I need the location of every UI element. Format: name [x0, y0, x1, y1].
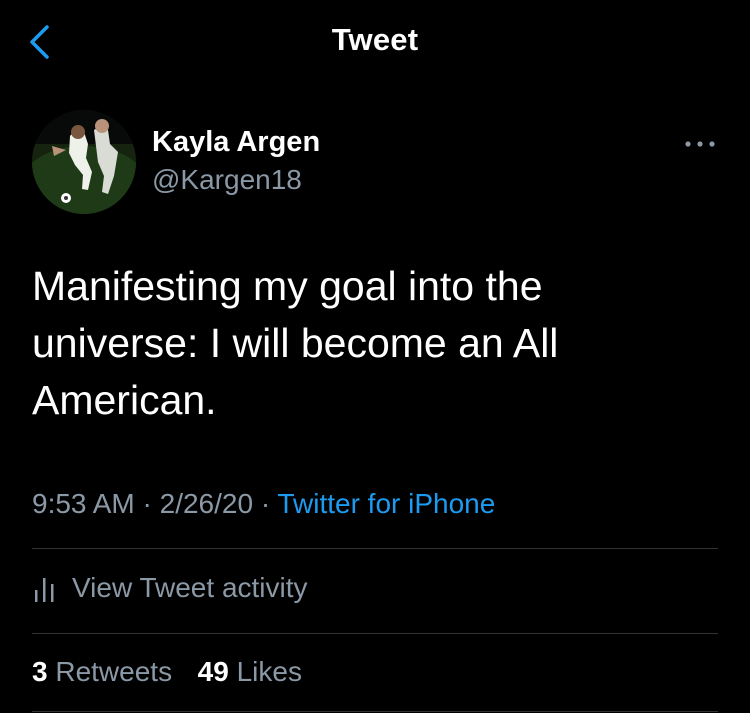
tweet-date: 2/26/20: [159, 488, 254, 519]
bar-chart-icon: [35, 578, 54, 602]
likes-label: Likes: [236, 656, 302, 687]
retweets-count: 3: [32, 656, 48, 687]
retweets-label: Retweets: [55, 656, 173, 687]
divider: [32, 633, 718, 634]
engagement-stats: 3 Retweets 49 Likes: [32, 656, 302, 688]
tweet-text: Manifesting my goal into the universe: I…: [32, 263, 559, 423]
divider: [32, 548, 718, 549]
tweet-source-link[interactable]: Twitter for iPhone: [277, 488, 495, 519]
profile-photo: [32, 110, 136, 214]
author-name[interactable]: Kayla Argen: [152, 126, 320, 159]
avatar[interactable]: [32, 110, 136, 214]
likes-stat[interactable]: 49 Likes: [198, 656, 302, 687]
activity-label: View Tweet activity: [72, 572, 308, 603]
author-handle: @Kargen18: [152, 164, 302, 195]
tweet-time: 9:53 AM: [32, 488, 135, 519]
page-title: Tweet: [331, 22, 419, 57]
top-bar: Tweet: [0, 0, 750, 84]
view-tweet-activity-button[interactable]: View Tweet activity: [32, 568, 308, 608]
meta-separator: ·: [142, 488, 152, 519]
more-options-button[interactable]: [678, 132, 722, 156]
retweets-stat[interactable]: 3 Retweets: [32, 656, 180, 687]
divider: [32, 711, 718, 712]
likes-count: 49: [197, 656, 229, 687]
tweet-meta: 9:53 AM · 2/26/20 · Twitter for iPhone: [32, 488, 495, 520]
meta-separator: ·: [260, 488, 271, 519]
ellipsis-icon: [685, 141, 715, 147]
